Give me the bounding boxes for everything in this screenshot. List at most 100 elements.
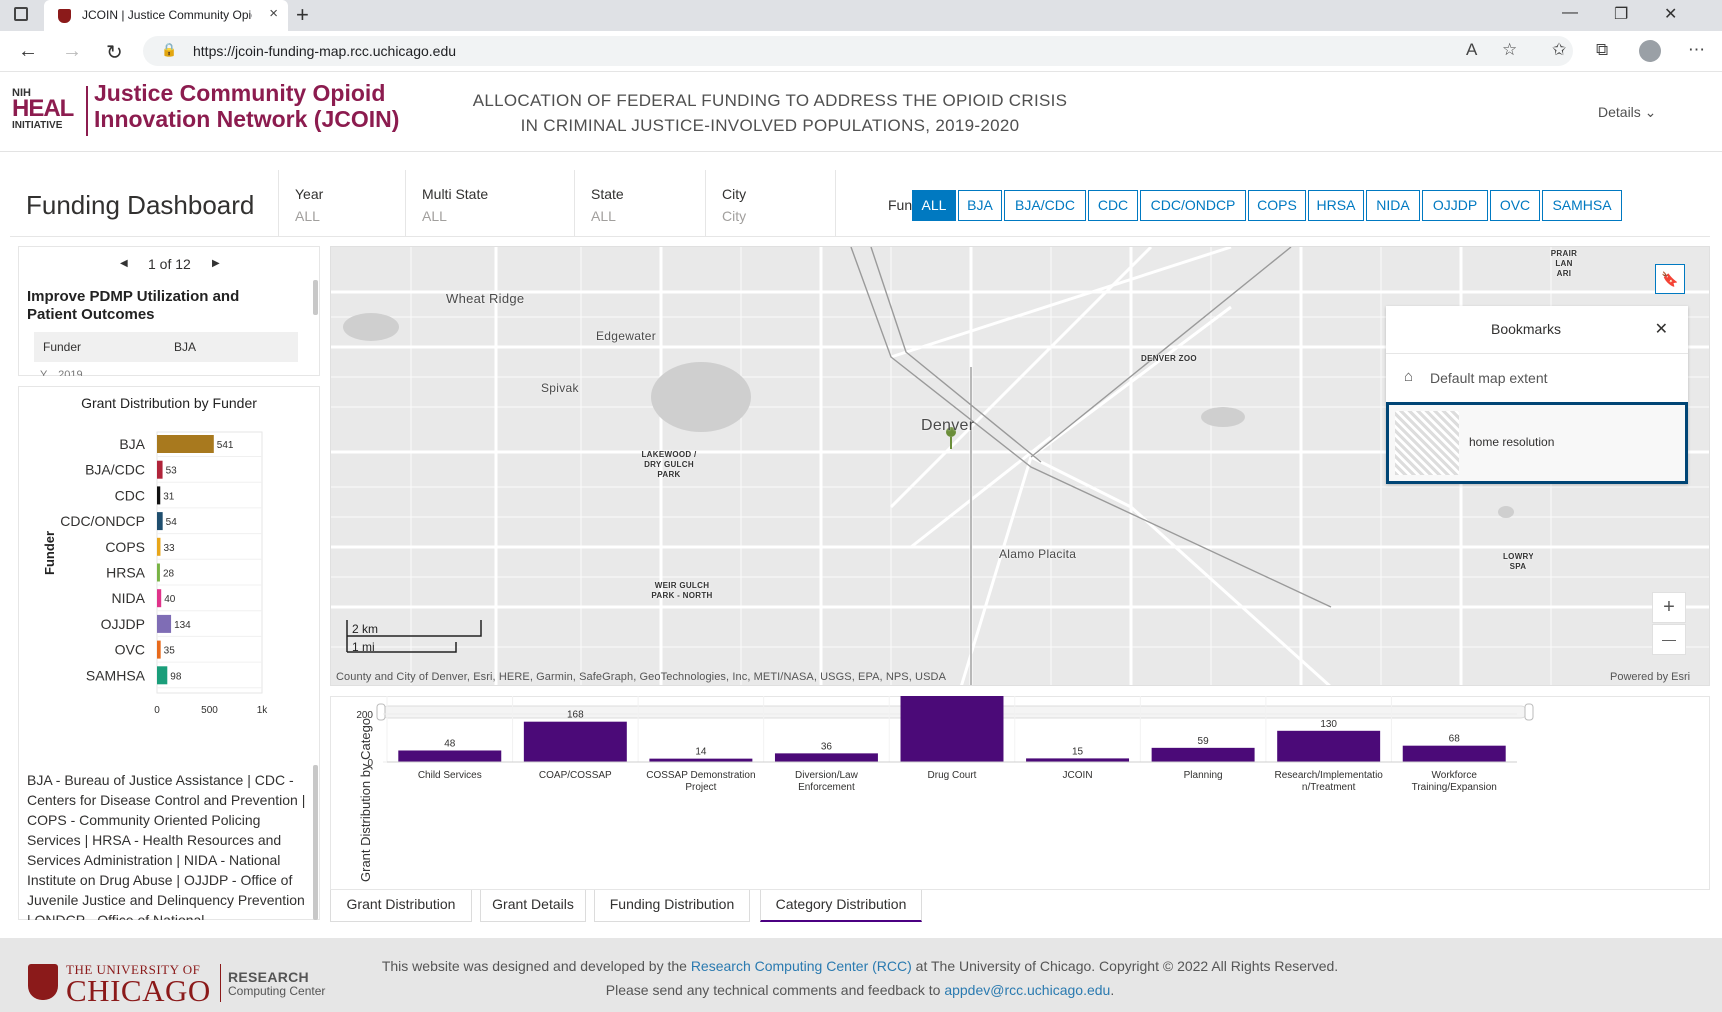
grant-title: Improve PDMP Utilization and Patient Out… xyxy=(27,288,240,323)
zoom-out-button[interactable]: — xyxy=(1652,624,1686,655)
category-bar xyxy=(1402,745,1506,762)
scale-km: 2 km xyxy=(352,622,379,636)
funder-bar xyxy=(157,614,172,633)
jcoin-title: Justice Community Opioid Innovation Netw… xyxy=(94,80,400,132)
url-field[interactable]: 🔒 https://jcoin-funding-map.rcc.uchicago… xyxy=(143,36,1573,66)
zoom-in-button[interactable]: + xyxy=(1652,592,1686,623)
funder-category-label: BJA xyxy=(119,436,145,452)
state-filter-value[interactable]: ALL xyxy=(591,208,705,224)
funder-bar xyxy=(157,563,160,582)
funder-data-label: 33 xyxy=(163,543,175,554)
funder-button-cdc[interactable]: CDC xyxy=(1088,190,1138,221)
new-tab-button[interactable]: + xyxy=(296,2,309,28)
home-resolution-label: home resolution xyxy=(1469,435,1555,449)
home-resolution-bookmark[interactable]: home resolution xyxy=(1386,402,1688,484)
feedback-email-link[interactable]: appdev@rcc.uchicago.edu xyxy=(944,982,1110,998)
category-bar xyxy=(1026,758,1130,762)
collections-icon[interactable]: ⧉ xyxy=(1596,40,1608,60)
map-label-weir-gulch-park-north: WEIR GULCH PARK - NORTH xyxy=(651,581,713,600)
funder-button-all[interactable]: ALL xyxy=(912,190,956,221)
funder-data-label: 54 xyxy=(166,517,178,528)
multi-state-filter[interactable]: Multi State ALL xyxy=(405,170,574,236)
profile-avatar[interactable] xyxy=(1639,40,1661,62)
multi-state-filter-value[interactable]: ALL xyxy=(422,208,574,224)
filter-separator xyxy=(10,236,1710,237)
funder-button-samhsa[interactable]: SAMHSA xyxy=(1542,190,1622,221)
funder-button-cdc-ondcp[interactable]: CDC/ONDCP xyxy=(1140,190,1246,221)
read-aloud-icon[interactable]: A xyxy=(1466,40,1477,60)
previous-record-icon[interactable]: ◀ xyxy=(120,258,128,269)
category-x-label: Research/Implementatio xyxy=(1274,770,1383,781)
next-record-icon[interactable]: ▶ xyxy=(212,258,220,269)
funder-category-label: OVC xyxy=(115,642,145,658)
close-icon[interactable]: ✕ xyxy=(1655,319,1668,339)
refresh-icon[interactable]: ↻ xyxy=(106,40,123,65)
category-bar xyxy=(774,753,878,762)
category-data-label: 59 xyxy=(1198,736,1210,747)
default-extent-bookmark[interactable]: ⌂ Default map extent xyxy=(1386,354,1688,402)
category-x-label: Planning xyxy=(1184,770,1223,781)
add-favorite-icon[interactable]: ☆ xyxy=(1502,40,1517,60)
tab-funding-distribution[interactable]: Funding Distribution xyxy=(594,890,750,922)
minimize-button[interactable]: — xyxy=(1562,4,1578,22)
category-data-label: 68 xyxy=(1449,734,1461,745)
city-filter[interactable]: City City xyxy=(705,170,835,236)
category-data-label: 15 xyxy=(1072,746,1084,757)
rcc-label-research: RESEARCH xyxy=(228,969,309,985)
category-data-label: 36 xyxy=(821,741,833,752)
year-filter-value[interactable]: ALL xyxy=(295,208,405,224)
logo-divider xyxy=(86,86,88,136)
funder-button-ovc[interactable]: OVC xyxy=(1490,190,1540,221)
tab-actions-icon[interactable] xyxy=(14,7,28,21)
legend-scrollbar[interactable] xyxy=(313,765,318,920)
forward-icon[interactable]: → xyxy=(62,40,82,63)
map-label-denver: Denver xyxy=(921,417,975,434)
city-filter-value[interactable]: City xyxy=(722,208,835,224)
funder-x-tick-label: 0 xyxy=(154,705,160,716)
year-filter[interactable]: Year ALL xyxy=(278,170,405,236)
year-filter-label: Year xyxy=(295,186,324,202)
funder-button-bja-cdc[interactable]: BJA/CDC xyxy=(1004,190,1086,221)
funder-category-label: COPS xyxy=(105,539,145,555)
restore-button[interactable]: ❐ xyxy=(1614,4,1628,24)
funder-bar-chart: BJA 541 BJA/CDC 53 CDC 31 CDC/ONDCP 54 COPS 33 HRS… xyxy=(60,431,268,716)
details-dropdown[interactable]: Details ⌄ xyxy=(1598,104,1656,121)
category-x-label: COAP/COSSAP xyxy=(539,770,612,781)
close-window-button[interactable]: ✕ xyxy=(1664,4,1677,24)
funder-data-label: 541 xyxy=(217,440,234,451)
funder-bar xyxy=(157,640,161,659)
funder-category-label: CDC xyxy=(115,487,145,503)
back-icon[interactable]: ← xyxy=(18,40,38,63)
favorites-icon[interactable]: ✩ xyxy=(1552,40,1566,60)
category-slider-handle-left xyxy=(376,703,386,721)
funder-button-ojjdp[interactable]: OJJDP xyxy=(1422,190,1488,221)
funder-button-hrsa[interactable]: HRSA xyxy=(1308,190,1364,221)
bookmarks-panel: Bookmarks ✕ ⌂ Default map extent home re… xyxy=(1386,306,1688,484)
record-pager: 1 of 12 xyxy=(148,256,191,272)
map-label-alamo-placita: Alamo Placita xyxy=(999,547,1077,561)
tab-grant-distribution[interactable]: Grant Distribution xyxy=(330,890,472,922)
funder-category-label: OJJDP xyxy=(101,616,145,632)
funder-button-bja[interactable]: BJA xyxy=(958,190,1002,221)
category-x-label: Enforcement xyxy=(798,782,855,793)
funder-button-cops[interactable]: COPS xyxy=(1248,190,1306,221)
state-filter[interactable]: State ALL xyxy=(574,170,705,236)
close-tab-icon[interactable]: × xyxy=(269,5,278,22)
category-x-label: JCOIN xyxy=(1063,770,1093,781)
map-label-wheat-ridge: Wheat Ridge xyxy=(446,291,525,306)
browser-tab[interactable]: JCOIN | Justice Community Opioid × xyxy=(44,0,288,31)
powered-by-esri[interactable]: Powered by Esri xyxy=(1610,671,1690,683)
funder-data-label: 40 xyxy=(164,594,176,605)
rcc-link[interactable]: Research Computing Center (RCC) xyxy=(691,958,912,974)
more-menu-icon[interactable]: ⋯ xyxy=(1688,40,1705,60)
funder-data-label: 35 xyxy=(164,646,176,657)
funder-category-label: NIDA xyxy=(112,590,146,606)
list-scrollbar[interactable] xyxy=(313,280,318,315)
funder-button-nida[interactable]: NIDA xyxy=(1366,190,1420,221)
map-label-prairie-land: PRAIR LAN ARI xyxy=(1550,249,1578,278)
bookmark-toggle-button[interactable]: 🔖 xyxy=(1655,264,1685,294)
dashboard-title: Funding Dashboard xyxy=(26,190,255,220)
initiative-label: INITIATIVE xyxy=(12,120,63,131)
tab-grant-details[interactable]: Grant Details xyxy=(480,890,586,922)
tab-category-distribution[interactable]: Category Distribution xyxy=(760,890,922,922)
